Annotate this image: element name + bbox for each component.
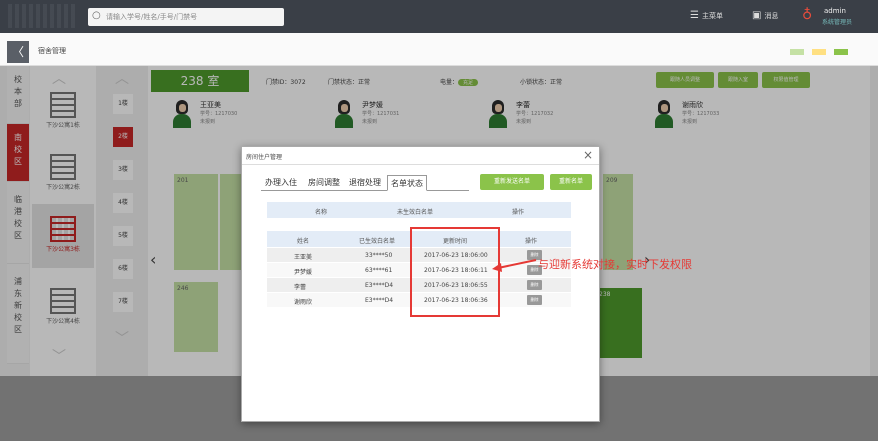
cell-name: 谢雨欣 bbox=[294, 299, 313, 306]
refresh-list-button[interactable]: 重新名单 bbox=[550, 174, 592, 190]
cell-whitelist: E3****D4 bbox=[365, 297, 394, 304]
search-placeholder: 请输入学号/姓名/手号/门禁号 bbox=[106, 13, 198, 21]
dialog-header: 房间住户管理 × bbox=[242, 147, 599, 165]
close-icon[interactable]: × bbox=[583, 148, 593, 162]
tab-check-in[interactable]: 办理入住 bbox=[265, 177, 297, 188]
sub-header: 〈 宿舍管理 bbox=[0, 33, 878, 66]
col-name: 姓名 bbox=[297, 238, 310, 245]
dialog-tabs: 办理入住 房间调整 退宿处理 名单状态 bbox=[261, 175, 469, 191]
cell-name: 尹梦媛 bbox=[294, 269, 313, 276]
col-name: 名称 bbox=[315, 209, 328, 216]
col-action: 操作 bbox=[512, 209, 525, 216]
main-menu-label: 主菜单 bbox=[701, 12, 723, 20]
top-navigation-bar: ○ 请输入学号/姓名/手号/门禁号 ☰ 主菜单 ▣ 消息 ♁ admin 系统管理员 bbox=[0, 0, 878, 33]
dialog-title: 房间住户管理 bbox=[246, 154, 283, 161]
col-action: 操作 bbox=[525, 238, 538, 245]
user-name[interactable]: admin bbox=[824, 7, 846, 15]
tab-list-status[interactable]: 名单状态 bbox=[387, 175, 427, 191]
room-resident-dialog: 房间住户管理 × 办理入住 房间调整 退宿处理 名单状态 重新发送名单 重新名单… bbox=[241, 146, 600, 422]
message-icon: ▣ bbox=[752, 10, 762, 21]
back-button[interactable]: 〈 bbox=[7, 41, 29, 63]
col-active-whitelist: 已生效白名单 bbox=[359, 238, 396, 245]
logo bbox=[8, 4, 78, 28]
col-pending-whitelist: 未生效白名单 bbox=[397, 209, 434, 216]
user-avatar-icon[interactable]: ♁ bbox=[802, 7, 816, 23]
user-role: 系统管理员 bbox=[822, 19, 853, 26]
menu-icon: ☰ bbox=[690, 10, 699, 21]
legend-tag-checked-in bbox=[834, 49, 848, 55]
delete-button[interactable]: 删除 bbox=[527, 280, 542, 290]
cell-whitelist: E3****D4 bbox=[365, 282, 394, 289]
highlight-box bbox=[410, 227, 500, 317]
breadcrumb: 宿舍管理 bbox=[38, 47, 66, 55]
delete-button[interactable]: 删除 bbox=[527, 295, 542, 305]
tab-checkout[interactable]: 退宿处理 bbox=[349, 177, 381, 188]
messages-label: 消息 bbox=[764, 12, 779, 20]
main-menu-button[interactable]: ☰ 主菜单 bbox=[690, 10, 723, 21]
cell-whitelist: 63****61 bbox=[365, 267, 393, 274]
annotation-arrow-icon bbox=[492, 259, 537, 272]
pending-table-header: 名称 未生效白名单 操作 bbox=[267, 202, 571, 218]
cell-whitelist: 33****50 bbox=[365, 252, 393, 259]
messages-button[interactable]: ▣ 消息 bbox=[752, 10, 778, 21]
resend-list-button[interactable]: 重新发送名单 bbox=[480, 174, 544, 190]
search-icon: ○ bbox=[92, 10, 101, 21]
tab-room-adjust[interactable]: 房间调整 bbox=[308, 177, 340, 188]
annotation-text: 与迎新系统对接，实时下发权限 bbox=[538, 258, 692, 271]
search-input[interactable]: ○ 请输入学号/姓名/手号/门禁号 bbox=[88, 8, 284, 26]
cell-name: 李蕾 bbox=[294, 284, 307, 291]
cell-name: 王亚美 bbox=[294, 254, 313, 261]
legend-tag-occupied bbox=[790, 49, 804, 55]
legend-tag-pending bbox=[812, 49, 826, 55]
